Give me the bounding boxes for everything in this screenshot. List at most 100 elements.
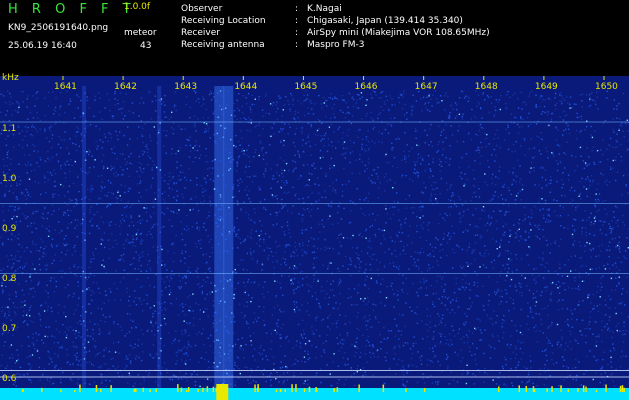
vertical-signal-band xyxy=(157,86,162,388)
baseline-spike xyxy=(315,388,318,392)
x-tick-label: 1645 xyxy=(294,82,318,92)
baseline-spike xyxy=(358,384,360,392)
info-value: K.Nagai xyxy=(307,4,342,14)
datetime-label: 25.06.19 16:40 xyxy=(8,41,77,51)
x-tick-mark xyxy=(363,76,365,80)
horizontal-signal-line xyxy=(0,121,629,123)
baseline-spike xyxy=(560,385,562,392)
x-tick-label: 1647 xyxy=(414,82,438,92)
baseline-spike xyxy=(619,385,622,392)
x-tick-label: 1642 xyxy=(114,82,138,92)
y-tick-label: 1.0 xyxy=(2,174,17,184)
baseline-spike xyxy=(60,389,62,392)
x-tick-mark xyxy=(62,76,64,80)
baseline-spike xyxy=(254,384,256,392)
y-tick-label: 0.9 xyxy=(2,224,17,234)
x-tick-label: 1641 xyxy=(54,82,77,92)
info-value: Chigasaki, Japan (139.414 35.340) xyxy=(307,16,463,26)
y-tick-label: 0.6 xyxy=(2,374,17,384)
info-key: Receiving antenna xyxy=(181,40,265,50)
x-tick-mark xyxy=(302,76,304,80)
x-tick-mark xyxy=(603,76,605,80)
info-key: Observer xyxy=(181,4,223,14)
x-tick-label: 1644 xyxy=(234,82,258,92)
vertical-signal-band xyxy=(223,86,234,388)
baseline-spike xyxy=(110,385,112,392)
baseline-spike xyxy=(518,385,520,392)
baseline-spike xyxy=(177,384,179,392)
baseline-spike xyxy=(180,387,183,392)
x-tick-mark xyxy=(483,76,485,80)
baseline-spike xyxy=(22,389,24,392)
baseline-spike xyxy=(336,387,339,392)
vertical-signal-band xyxy=(214,86,225,388)
baseline-spike xyxy=(275,389,278,392)
baseline-spike xyxy=(534,389,536,392)
spectrogram xyxy=(0,76,629,400)
baseline-spike xyxy=(135,389,137,392)
baseline-spike xyxy=(202,387,204,392)
meteor-count: 43 xyxy=(140,41,152,51)
info-value: AirSpy mini (Miakejima VOR 108.65MHz) xyxy=(307,28,490,38)
baseline-spike xyxy=(74,390,76,392)
baseline-spike xyxy=(212,386,215,392)
horizontal-signal-line xyxy=(0,370,629,371)
baseline-spike xyxy=(142,387,144,392)
info-key: Receiver xyxy=(181,28,220,38)
baseline-spike xyxy=(621,385,624,392)
baseline-spike xyxy=(197,389,199,392)
x-tick-mark xyxy=(182,76,184,80)
y-tick-label: 0.8 xyxy=(2,274,17,284)
info-colon: : xyxy=(295,16,299,26)
baseline-spike xyxy=(95,385,98,392)
baseline-spike xyxy=(41,387,43,392)
vertical-bands xyxy=(82,86,234,388)
baseline-spike xyxy=(605,384,607,392)
baseline-spike xyxy=(382,384,385,392)
horizontal-signal-line xyxy=(0,203,629,204)
y-tick-label: 1.1 xyxy=(2,124,17,134)
info-colon: : xyxy=(295,40,299,50)
baseline-spike xyxy=(100,388,102,392)
x-tick-label: 1650 xyxy=(595,82,618,92)
baseline-spike xyxy=(284,389,286,392)
horizontal-signal-line xyxy=(0,273,629,274)
horizontal-signal-line xyxy=(0,376,629,378)
x-tick-label: 1646 xyxy=(354,82,378,92)
baseline-spike xyxy=(185,390,188,392)
x-tick-mark xyxy=(543,76,545,80)
app-title: H R O F F T xyxy=(8,2,136,17)
baseline-spike xyxy=(551,386,553,392)
baseline-spike xyxy=(303,388,306,392)
baseline-spike xyxy=(216,384,229,400)
baseline-spike xyxy=(149,389,151,392)
baseline-spike xyxy=(498,386,500,392)
baseline-spike xyxy=(623,387,625,392)
baseline-spike xyxy=(133,388,136,392)
filename-label: KN9_2506191640.png xyxy=(8,23,109,33)
baseline-spike xyxy=(582,385,585,392)
baseline-spike xyxy=(333,388,335,392)
version-label: 1.0.0f xyxy=(124,2,151,12)
y-axis-unit: kHz xyxy=(2,73,19,83)
baseline-spike xyxy=(187,387,190,392)
x-tick-mark xyxy=(122,76,124,80)
baseline-spike xyxy=(308,386,311,392)
x-tick-label: 1648 xyxy=(474,82,498,92)
info-colon: : xyxy=(295,4,299,14)
baseline-spike xyxy=(567,389,570,392)
baseline-spike xyxy=(291,384,293,392)
baseline-spike xyxy=(257,384,259,392)
x-tick-mark xyxy=(423,76,425,80)
baseline-spike xyxy=(280,389,282,392)
baseline-spike xyxy=(532,386,535,392)
info-key: Receiving Location xyxy=(181,16,266,26)
baseline-spike xyxy=(595,389,598,392)
x-tick-mark xyxy=(242,76,244,80)
baseline-spike xyxy=(79,384,81,392)
baseline-spike xyxy=(206,386,209,392)
info-colon: : xyxy=(295,28,299,38)
baseline-spike xyxy=(546,388,548,392)
frequency-grid xyxy=(62,76,605,80)
horizontal-lines xyxy=(0,121,629,378)
